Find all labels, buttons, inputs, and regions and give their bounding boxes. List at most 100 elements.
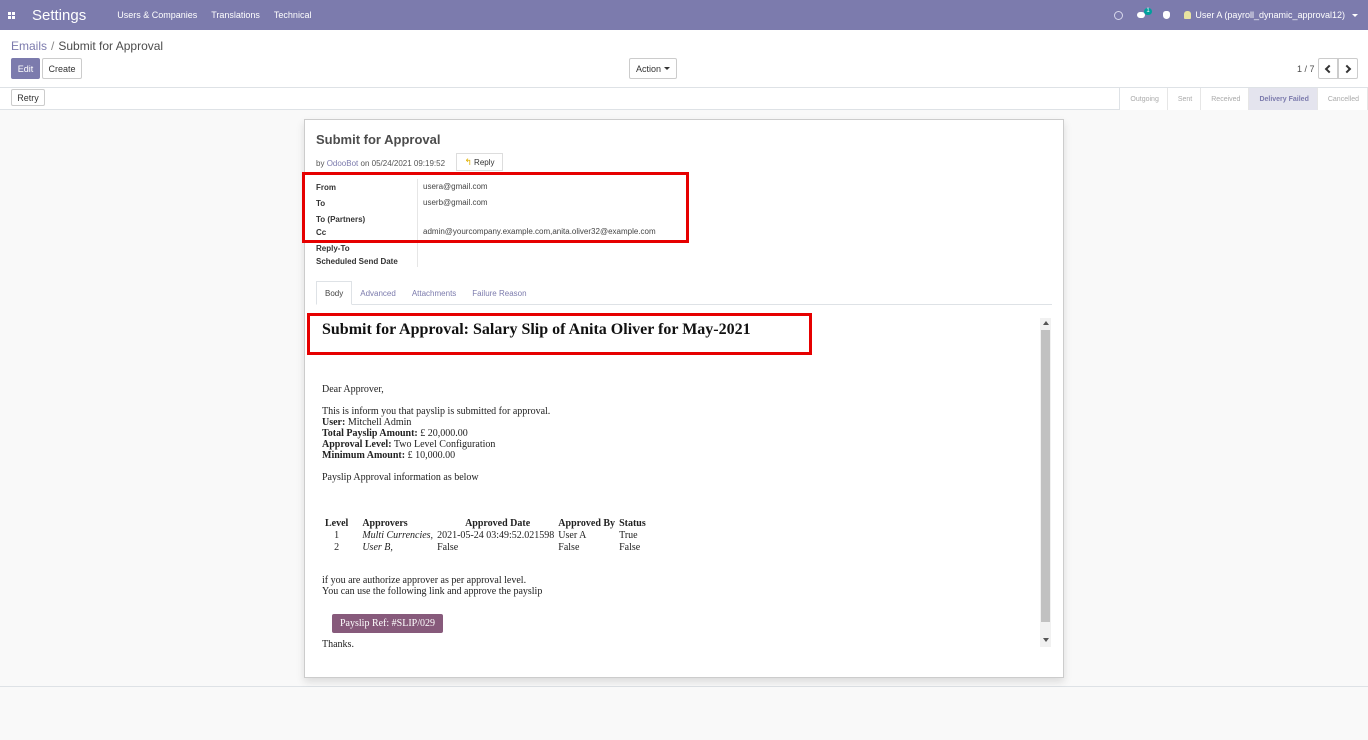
reply-to-label: Reply-To [316, 244, 350, 253]
activity-clock-icon[interactable] [1114, 10, 1124, 20]
row2-level: 2 [334, 541, 340, 553]
scrollbar-thumb[interactable] [1041, 330, 1050, 622]
total-line-label: Total Payslip Amount: [322, 428, 418, 439]
row2-approved-by: False [558, 541, 580, 553]
scheduled-date-label: Scheduled Send Date [316, 257, 398, 266]
breadcrumb-emails[interactable]: Emails [11, 39, 47, 53]
menu-users-companies[interactable]: Users & Companies [110, 10, 204, 20]
stage-outgoing[interactable]: Outgoing [1120, 88, 1168, 110]
stage-sent[interactable]: Sent [1167, 88, 1202, 110]
user-line: User: Mitchell Admin [322, 417, 411, 428]
row2-approved-date: False [437, 541, 459, 553]
pager-previous-button[interactable] [1318, 58, 1338, 79]
annotation-box-heading [307, 313, 812, 355]
mail-byline: by OdooBot on 05/24/2021 09:19:52 [316, 159, 445, 168]
minimum-amount-value: £ 10,000.00 [407, 450, 456, 461]
debug-bug-icon[interactable] [1163, 11, 1171, 19]
approval-table: Level Approvers Approved Date Approved B… [323, 517, 648, 553]
scroll-down-arrow-icon[interactable] [1043, 638, 1049, 642]
action-caret-icon [664, 67, 671, 70]
tab-advanced[interactable]: Advanced [352, 281, 404, 305]
row1-approvers: Multi Currencies, [362, 529, 434, 541]
reply-icon: ↰ [464, 156, 473, 167]
menu-translations[interactable]: Translations [204, 10, 267, 20]
breadcrumb: Emails / Submit for Approval [11, 39, 163, 53]
header-approvers: Approvers [362, 517, 408, 529]
chevron-left-icon [1324, 64, 1334, 73]
total-line: Total Payslip Amount: £ 20,000.00 [322, 428, 468, 439]
row1-approved-date: 2021-05-24 03:49:52.021598 [437, 529, 555, 541]
header-status: Status [619, 517, 646, 529]
user-caret-icon [1352, 13, 1358, 17]
user-line-label: User: [322, 417, 346, 428]
table-row: 2 User B, False False False [323, 541, 648, 553]
breadcrumb-separator: / [51, 39, 55, 53]
header-approved-by: Approved By [558, 517, 616, 529]
row2-status: False [619, 541, 641, 553]
apps-menu-icon[interactable] [0, 0, 22, 30]
user-line-value: Mitchell Admin [347, 417, 412, 428]
reply-button[interactable]: ↰ Reply [456, 153, 503, 171]
user-name: User A (payroll_dynamic_approval12) [1195, 10, 1345, 20]
row1-status: True [619, 529, 638, 541]
row1-level: 1 [334, 529, 340, 541]
form-statusbar: Retry Outgoing Sent Received Delivery Fa… [0, 88, 1368, 110]
messaging-badge: 1 [1144, 7, 1152, 15]
mail-date: on 05/24/2021 09:19:52 [360, 159, 446, 168]
pager-next-button[interactable] [1338, 58, 1358, 79]
greeting-text: Dear Approver, [322, 384, 384, 395]
menu-technical[interactable]: Technical [267, 10, 319, 20]
top-navbar: Settings Users & Companies Translations … [0, 0, 1368, 30]
thanks-text: Thanks. [322, 639, 354, 648]
header-approved-date: Approved Date [465, 517, 531, 529]
chevron-right-icon [1342, 64, 1352, 73]
user-menu[interactable]: User A (payroll_dynamic_approval12) [1184, 10, 1358, 20]
reply-label: Reply [474, 157, 495, 167]
edit-button[interactable]: Edit [11, 58, 40, 79]
authorize-note: if you are authorize approver as per app… [322, 575, 527, 586]
user-avatar-icon [1184, 11, 1192, 19]
page-footer-area [0, 687, 1368, 740]
header-level: Level [325, 517, 349, 529]
retry-button[interactable]: Retry [11, 89, 45, 106]
approval-level-label: Approval Level: [322, 439, 392, 450]
byline-prefix: by [316, 159, 325, 168]
info-line: Payslip Approval information as below [322, 472, 479, 483]
messaging-icon[interactable]: 1 [1137, 7, 1152, 20]
app-brand[interactable]: Settings [32, 7, 86, 24]
approval-level-value: Two Level Configuration [393, 439, 496, 450]
main-menu: Users & Companies Translations Technical [110, 10, 318, 20]
payslip-ref-button[interactable]: Payslip Ref: #SLIP/029 [332, 614, 444, 633]
approval-table-header: Level Approvers Approved Date Approved B… [323, 517, 648, 529]
approval-level-line: Approval Level: Two Level Configuration [322, 439, 495, 450]
minimum-amount-label: Minimum Amount: [322, 450, 406, 461]
action-dropdown-button[interactable]: Action [629, 58, 677, 79]
mail-body-frame[interactable]: Submit for Approval: Salary Slip of Anit… [316, 315, 1052, 648]
tab-body[interactable]: Body [316, 281, 353, 305]
status-stages: Outgoing Sent Received Delivery Failed C… [1119, 88, 1368, 110]
systray: 1 User A (payroll_dynamic_approval12) [1114, 0, 1358, 30]
pager-value[interactable]: 1 / 7 [1297, 64, 1315, 74]
table-row: 1 Multi Currencies, 2021-05-24 03:49:52.… [323, 529, 648, 541]
body-scrollbar[interactable] [1040, 318, 1051, 647]
stage-delivery-failed[interactable]: Delivery Failed [1249, 88, 1318, 110]
mail-subject: Submit for Approval [316, 132, 441, 147]
intro-text: This is inform you that payslip is submi… [322, 406, 551, 417]
link-note: You can use the following link and appro… [322, 586, 543, 597]
control-panel: Emails / Submit for Approval Edit Create A… [0, 30, 1368, 88]
mail-author-link[interactable]: OdooBot [327, 159, 359, 168]
create-button[interactable]: Create [42, 58, 82, 79]
action-label: Action [636, 63, 662, 74]
total-line-value: £ 20,000.00 [420, 428, 468, 439]
tab-failure-reason[interactable]: Failure Reason [464, 281, 534, 305]
stage-received[interactable]: Received [1201, 88, 1250, 110]
scroll-up-arrow-icon[interactable] [1043, 321, 1049, 325]
stage-cancelled[interactable]: Cancelled [1317, 88, 1368, 110]
tab-attachments[interactable]: Attachments [404, 281, 464, 305]
row2-approvers: User B, [362, 541, 393, 553]
annotation-box-recipients [302, 172, 689, 243]
minimum-amount-line: Minimum Amount: £ 10,000.00 [322, 450, 455, 461]
breadcrumb-current: Submit for Approval [58, 39, 164, 53]
notebook-tabs: Body Advanced Attachments Failure Reason [316, 281, 1052, 305]
row1-approved-by: User A [558, 529, 587, 541]
